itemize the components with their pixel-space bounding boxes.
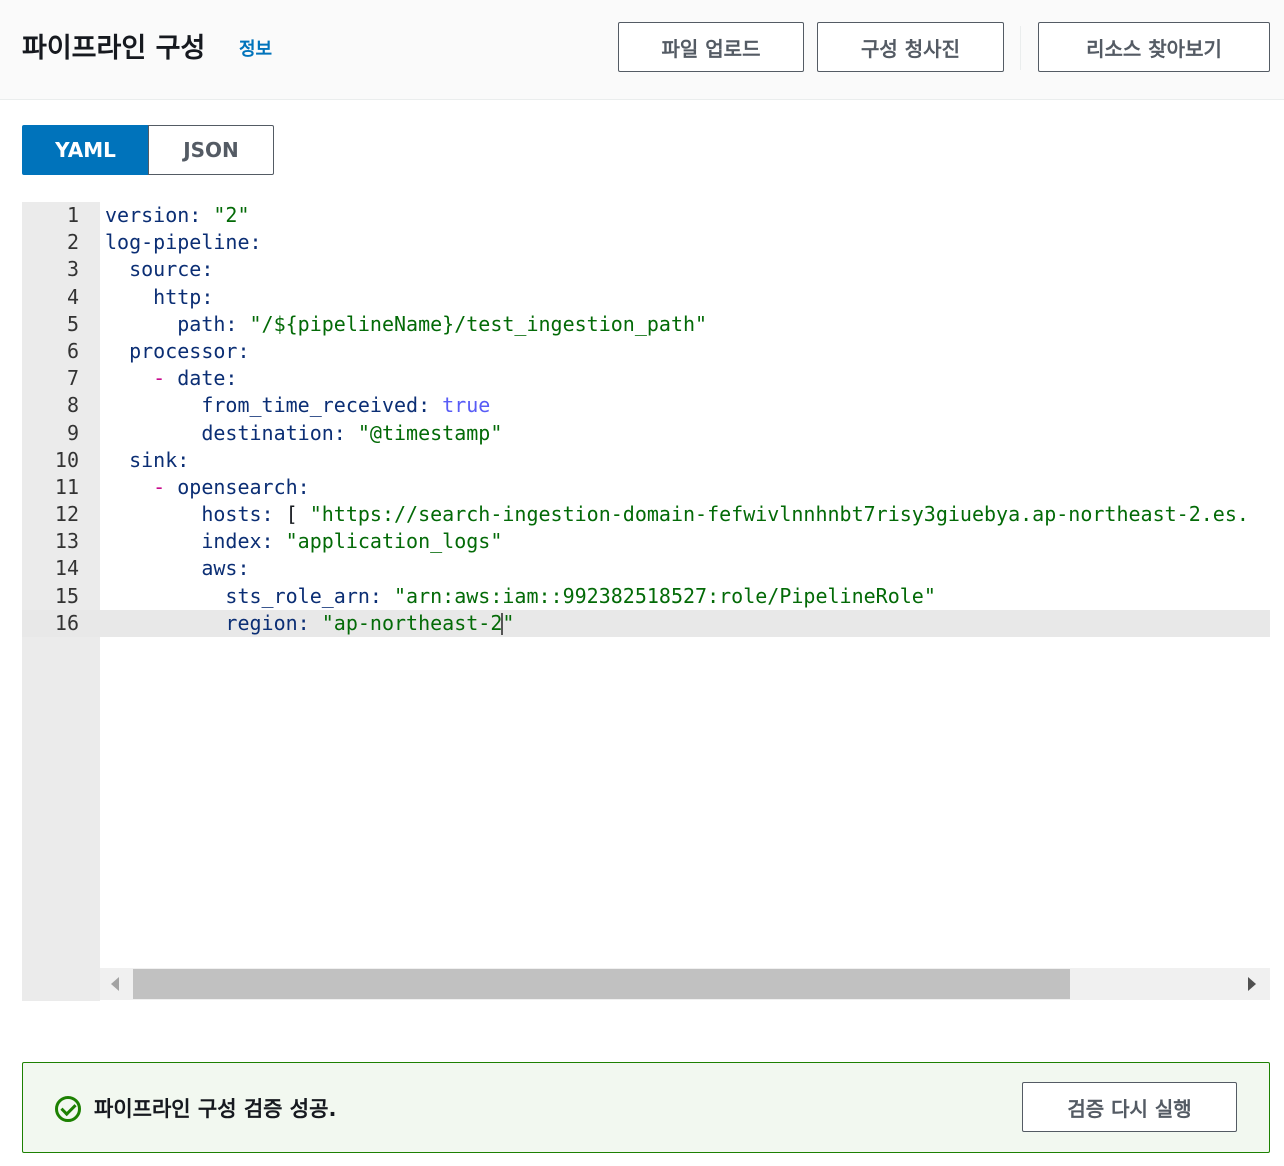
code-line[interactable]: 15 sts_role_arn: "arn:aws:iam::992382518…: [22, 583, 1270, 610]
line-number: 3: [66, 257, 79, 282]
code-line[interactable]: 1 version: "2": [22, 202, 1270, 229]
code-line[interactable]: 4 http:: [22, 284, 1270, 311]
revalidate-button[interactable]: 검증 다시 실행: [1022, 1082, 1237, 1132]
line-number: 13: [54, 529, 79, 554]
yaml-string: "https://search-ingestion-domain-fefwivl…: [309, 502, 1249, 527]
yaml-string: "2": [213, 203, 250, 227]
page-header: 파이프라인 구성 정보 파일 업로드 구성 청사진 리소스 찾아보기: [0, 0, 1284, 100]
yaml-list-dash: -: [153, 366, 166, 391]
check-circle-icon: [55, 1096, 81, 1122]
scrollbar-thumb[interactable]: [133, 969, 1070, 999]
validation-success-alert: 파이프라인 구성 검증 성공. 검증 다시 실행: [22, 1062, 1270, 1153]
browse-resources-button[interactable]: 리소스 찾아보기: [1038, 22, 1270, 72]
code-line[interactable]: 11 - opensearch:: [22, 474, 1270, 501]
line-number: 12: [54, 502, 79, 527]
code-line[interactable]: 10 sink:: [22, 447, 1270, 474]
yaml-key: opensearch:: [177, 474, 310, 499]
yaml-key: version:: [105, 203, 202, 227]
header-divider: [1020, 26, 1021, 70]
line-number: 11: [54, 474, 79, 499]
yaml-bracket: [: [285, 502, 298, 527]
yaml-string-end: ": [502, 610, 515, 635]
tab-yaml[interactable]: YAML: [22, 125, 149, 175]
code-line[interactable]: 13 index: "application_logs": [22, 528, 1270, 555]
yaml-key: sts_role_arn:: [225, 583, 382, 608]
yaml-key: index:: [201, 529, 274, 554]
yaml-key: http:: [153, 284, 214, 309]
yaml-boolean: true: [442, 393, 491, 418]
line-number: 7: [66, 366, 79, 391]
yaml-key: log-pipeline:: [105, 230, 262, 255]
code-lines: 1 version: "2" 2 log-pipeline: 3 source: 4…: [22, 202, 1270, 637]
code-line[interactable]: 8 from_time_received: true: [22, 392, 1270, 419]
yaml-list-dash: -: [153, 474, 166, 499]
scroll-left-arrow-icon[interactable]: [111, 977, 119, 991]
yaml-string: "@timestamp": [357, 420, 503, 445]
yaml-string: "ap-northeast-2: [321, 610, 503, 635]
code-line[interactable]: 14 aws:: [22, 555, 1270, 582]
code-line[interactable]: 12 hosts: [ "https://search-ingestion-do…: [22, 501, 1270, 528]
line-number: 1: [66, 203, 79, 227]
yaml-key: processor:: [129, 338, 250, 363]
scroll-right-arrow-icon[interactable]: [1248, 977, 1256, 991]
line-number: 16: [54, 610, 79, 635]
code-line[interactable]: 5 path: "/${pipelineName}/test_ingestion…: [22, 311, 1270, 338]
line-number: 10: [54, 447, 79, 472]
yaml-key: destination:: [201, 420, 346, 445]
page-title: 파이프라인 구성: [22, 33, 206, 64]
yaml-key: sink:: [129, 447, 190, 472]
yaml-string: "application_logs": [285, 529, 503, 554]
yaml-key: from_time_received:: [201, 393, 431, 418]
line-number: 5: [66, 311, 79, 336]
code-editor[interactable]: 1 version: "2" 2 log-pipeline: 3 source: 4…: [22, 202, 1270, 1001]
line-number: 14: [54, 556, 79, 581]
yaml-key: source:: [129, 257, 214, 282]
line-number: 4: [66, 284, 79, 309]
configuration-blueprint-button[interactable]: 구성 청사진: [817, 22, 1004, 72]
yaml-key: aws:: [201, 556, 250, 581]
line-number: 2: [66, 230, 79, 255]
horizontal-scrollbar[interactable]: [100, 968, 1270, 1000]
yaml-key: date:: [177, 366, 238, 391]
alert-message: 파이프라인 구성 검증 성공.: [94, 1097, 337, 1121]
code-line[interactable]: 9 destination: "@timestamp": [22, 420, 1270, 447]
yaml-string: "arn:aws:iam::992382518527:role/Pipeline…: [394, 583, 936, 608]
upload-file-button[interactable]: 파일 업로드: [618, 22, 804, 72]
code-line[interactable]: 2 log-pipeline:: [22, 229, 1270, 256]
line-number: 8: [66, 393, 79, 418]
yaml-key: hosts:: [201, 502, 274, 527]
line-number: 6: [66, 338, 79, 363]
line-number: 9: [66, 420, 79, 445]
info-link[interactable]: 정보: [239, 35, 272, 61]
line-number: 15: [54, 583, 79, 608]
yaml-key: path:: [177, 311, 238, 336]
code-line[interactable]: 7 - date:: [22, 365, 1270, 392]
code-line[interactable]: 6 processor:: [22, 338, 1270, 365]
yaml-key: region:: [225, 610, 310, 635]
yaml-string: "/${pipelineName}/test_ingestion_path": [249, 311, 708, 336]
tab-json[interactable]: JSON: [148, 125, 274, 175]
code-line[interactable]: 3 source:: [22, 256, 1270, 283]
code-line-active[interactable]: 16 region: "ap-northeast-2": [22, 609, 1270, 637]
